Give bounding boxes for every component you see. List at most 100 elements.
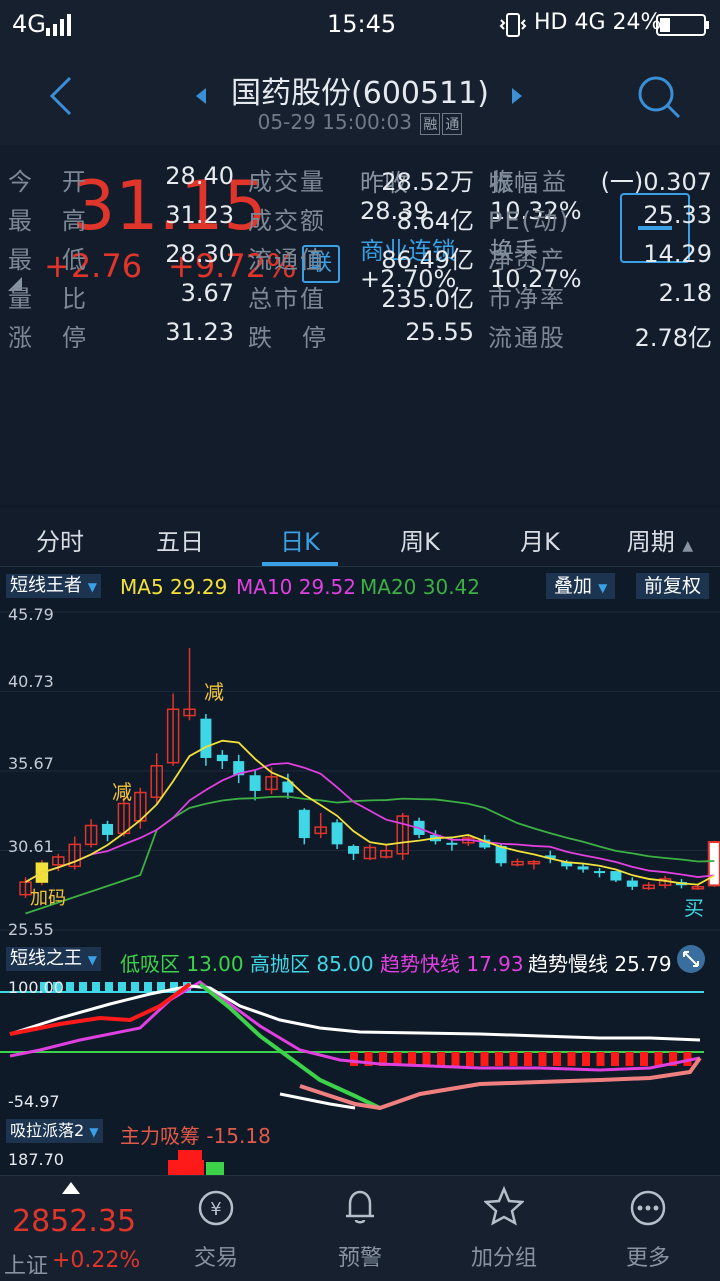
quote-value: 28.30: [165, 240, 234, 268]
high-zone-legend: 高抛区 85.00: [250, 948, 374, 977]
oscillator-chart[interactable]: [0, 976, 720, 1110]
third-indicator-label: 吸拉派落2: [10, 1121, 85, 1140]
vibrate-icon: [499, 13, 527, 37]
next-stock-icon[interactable]: [510, 86, 524, 106]
connect-tag: 通: [442, 113, 463, 135]
quote-value: 25.55: [405, 318, 474, 346]
trade-icon: ¥: [198, 1190, 234, 1226]
slow-line-legend: 趋势慢线 25.79: [528, 948, 672, 977]
high-zone-label: 高抛区: [250, 952, 310, 976]
bottom-nav: 2852.35 上证 +0.22% ¥ 交易 预警 加分组 更多: [0, 1175, 720, 1281]
kline-indicator-select[interactable]: 短线王者 ▼: [6, 574, 101, 598]
quote-value: 31.23: [165, 201, 234, 229]
ma5-value: 29.29: [170, 575, 228, 599]
battery-icon: [656, 14, 709, 36]
add-signal: 加码: [30, 888, 66, 909]
nav-alert-label: 预警: [337, 1246, 382, 1271]
tab-five-day[interactable]: 五日: [120, 522, 240, 557]
status-bar: 4G 15:45 HD 4G 24%: [0, 0, 720, 50]
quote-value: 2.78亿: [634, 324, 712, 352]
adjust-button[interactable]: 前复权: [636, 573, 710, 599]
dropdown-icon: ▼: [89, 1125, 99, 1139]
dropdown-icon: ▼: [87, 953, 97, 967]
reduce-signal: 减: [204, 680, 224, 704]
candle-body: [348, 845, 359, 854]
candle-body: [610, 871, 622, 881]
ma5-legend: MA5 29.29: [120, 575, 227, 599]
quote-value: 28.40: [165, 162, 234, 190]
nav-more[interactable]: 更多: [576, 1176, 720, 1281]
overlay-label: 叠加: [554, 575, 593, 597]
candle-body: [249, 775, 261, 791]
axis-label: 45.79: [8, 605, 54, 624]
stock-title: 国药股份(600511): [231, 76, 489, 111]
quote-label: 今开: [8, 168, 116, 196]
tab-period[interactable]: 周期 ▲: [600, 522, 720, 557]
svg-text:¥: ¥: [210, 1199, 221, 1220]
overlay-button[interactable]: 叠加 ▼: [546, 573, 616, 599]
histogram-bar: [596, 1052, 605, 1066]
ma5-label: MA5: [120, 575, 164, 599]
quote-label: 最低: [8, 246, 116, 274]
histogram-bar: [422, 1052, 431, 1066]
nav-alert[interactable]: 预警: [288, 1176, 432, 1281]
ma20-label: MA20: [360, 575, 417, 599]
quote-label: 流通股: [488, 324, 566, 352]
triangle-up-icon: ▲: [682, 538, 694, 554]
osc-indicator-select[interactable]: 短线之王 ▼: [6, 947, 101, 971]
stock-header: 国药股份(600511) 05-29 15:00:03 融通: [0, 50, 720, 145]
histogram-bar: [79, 982, 87, 992]
histogram-bar: [66, 982, 74, 992]
histogram-bar: [538, 1052, 547, 1066]
nav-add-group[interactable]: 加分组: [432, 1176, 576, 1281]
axis-label: -54.97: [8, 1092, 60, 1111]
quote-label: 流通值: [248, 246, 326, 274]
candle-body: [707, 841, 720, 887]
more-icon: [630, 1190, 666, 1226]
quote-value: 235.0亿: [381, 285, 474, 313]
histogram-bar: [495, 1052, 503, 1066]
low-zone-value: 13.00: [186, 952, 244, 976]
kline-indicator-label: 短线王者: [10, 575, 82, 596]
quote-label: 跌停: [248, 324, 356, 352]
quote-value: 14.29: [643, 240, 712, 268]
candle-body: [200, 718, 212, 758]
tab-period-label: 周期: [626, 528, 675, 556]
axis-label: 25.55: [8, 920, 54, 939]
kline-chart[interactable]: [0, 602, 720, 940]
fast-line-label: 趋势快线: [380, 952, 460, 976]
tab-daily-k[interactable]: 日K: [240, 522, 360, 557]
third-indicator-select[interactable]: 吸拉派落2 ▼: [6, 1119, 103, 1143]
index-widget[interactable]: 2852.35 上证 +0.22%: [0, 1176, 144, 1281]
fast-line-legend: 趋势快线 17.93: [380, 948, 524, 977]
quote-label: 总市值: [248, 285, 326, 313]
ma10-legend: MA10 29.52: [236, 575, 356, 599]
nav-trade-label: 交易: [193, 1246, 238, 1271]
tab-indicator: [262, 562, 338, 566]
quote-value: 28.52万: [381, 168, 474, 196]
clock: 15:45: [327, 10, 397, 38]
third-chart: [168, 1150, 224, 1176]
dropdown-icon: ▼: [598, 581, 608, 595]
histogram-bar: [466, 1052, 474, 1066]
histogram-bar: [567, 1052, 576, 1066]
main-absorb-label: 主力吸筹: [120, 1124, 200, 1148]
index-name: 上证: [4, 1254, 49, 1279]
quote-value: 25.33: [643, 201, 712, 229]
ma20-value: 30.42: [422, 575, 481, 599]
expand-icon[interactable]: [676, 944, 706, 974]
low-zone-label: 低吸区: [120, 952, 180, 976]
tab-intraday[interactable]: 分时: [0, 522, 120, 557]
bell-icon: [346, 1190, 374, 1224]
tab-monthly-k[interactable]: 月K: [480, 522, 600, 557]
reduce-signal: 减: [112, 780, 132, 804]
quote-label: 成交量: [248, 168, 326, 196]
quote-label: 最高: [8, 207, 116, 235]
histogram-bar: [509, 1052, 518, 1066]
quote-value: 3.67: [180, 279, 234, 307]
nav-trade[interactable]: ¥ 交易: [144, 1176, 288, 1281]
tab-weekly-k[interactable]: 周K: [360, 522, 480, 557]
index-pct: +0.22%: [52, 1248, 141, 1273]
osc-indicator-label: 短线之王: [10, 948, 82, 969]
histogram-bar: [582, 1052, 590, 1066]
